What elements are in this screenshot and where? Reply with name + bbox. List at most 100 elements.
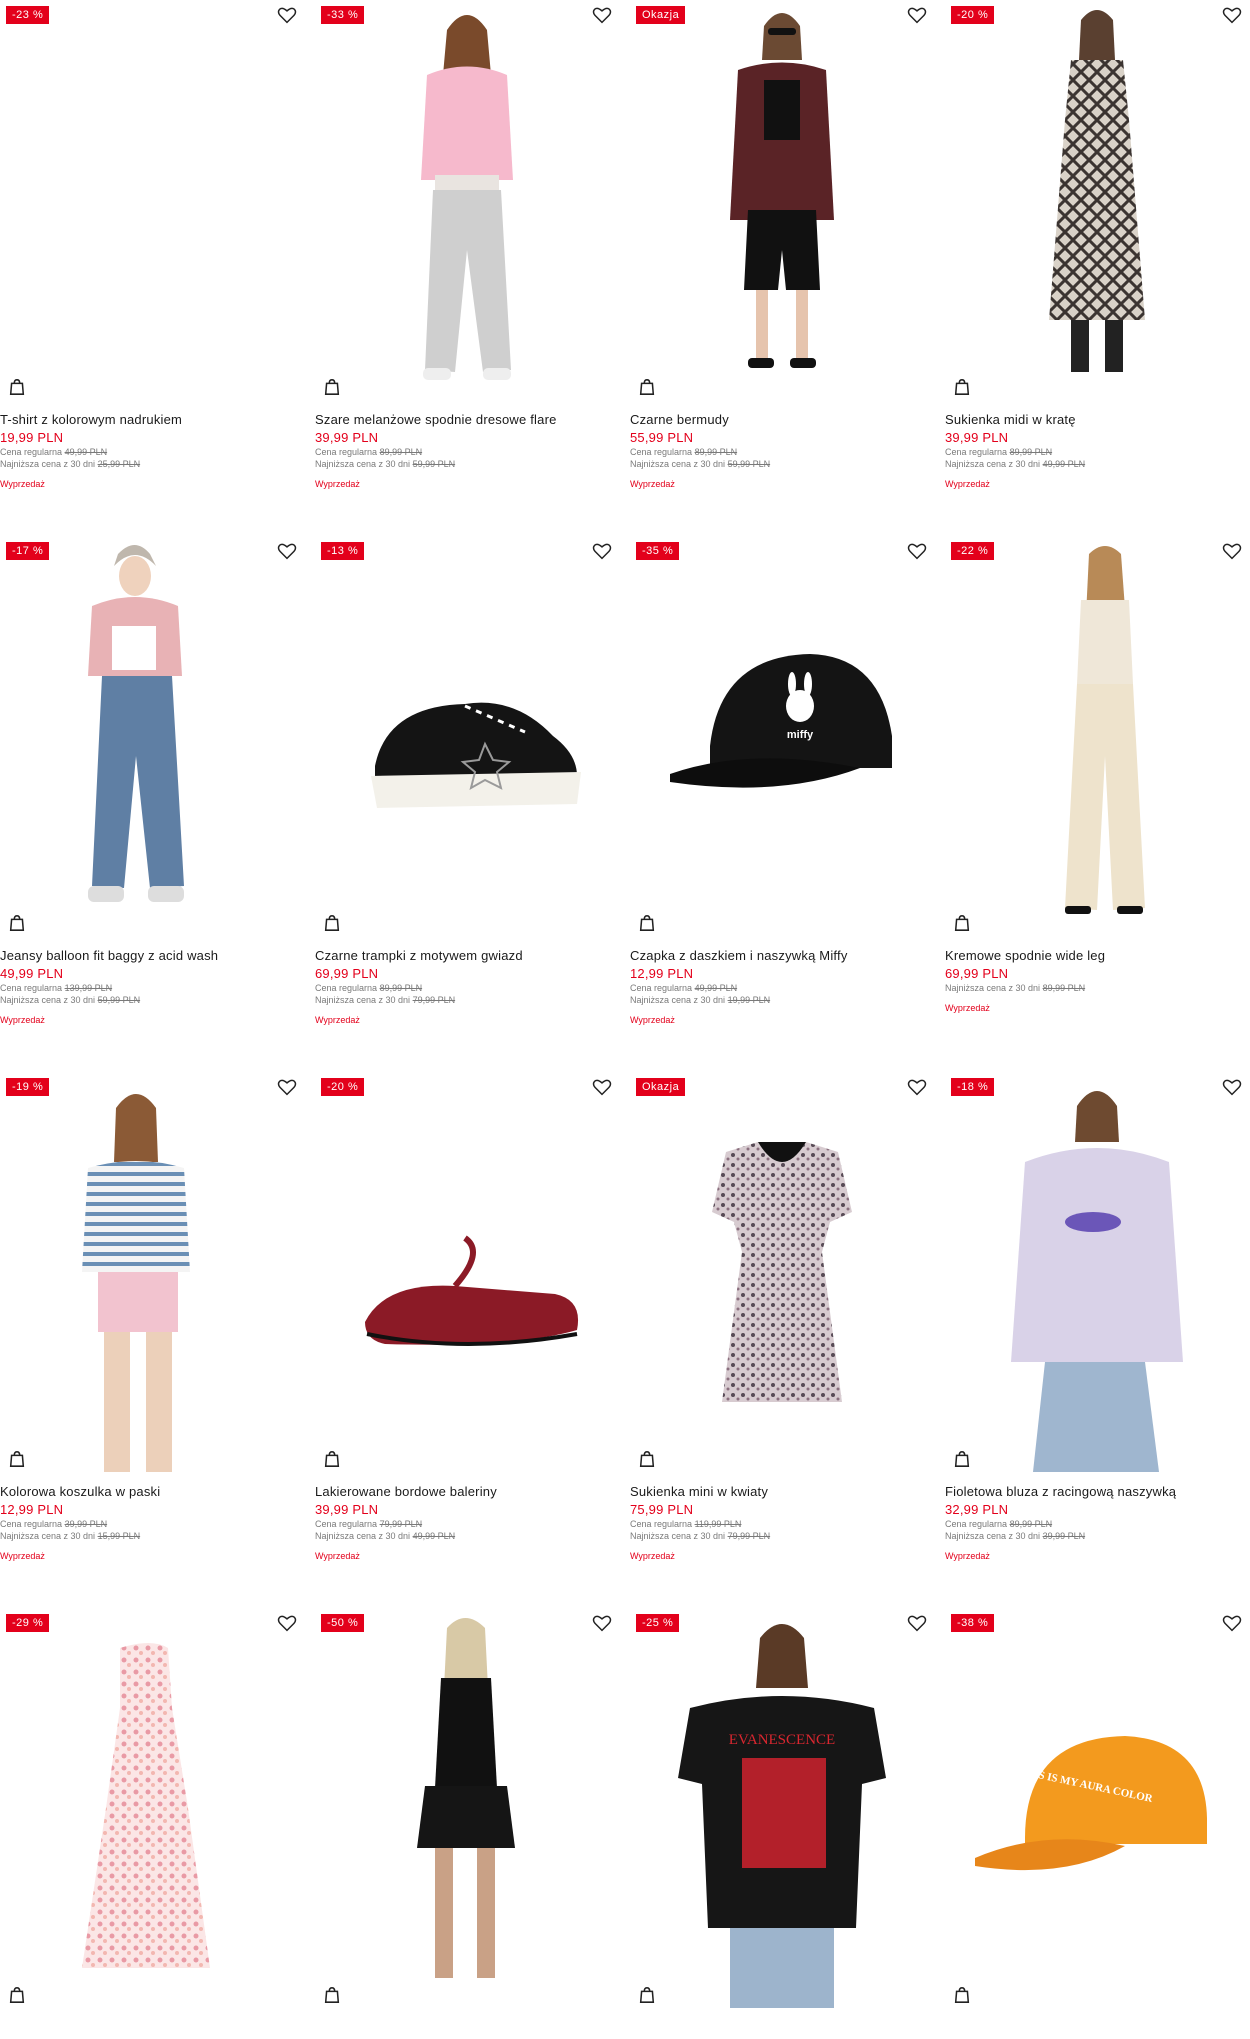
product-image[interactable]	[945, 0, 1250, 400]
product-card[interactable]: -23 % T-shirt z kolorowym nadrukiem 19,9…	[0, 0, 305, 530]
product-image[interactable]: EVANESCENCE	[630, 1608, 935, 2008]
product-card[interactable]: -22 % Kremowe spodnie wide leg 69,99 PLN…	[945, 536, 1250, 1066]
regular-price-value: 49,99 PLN	[694, 983, 738, 993]
shopping-bag-icon[interactable]	[8, 1986, 26, 2004]
heart-icon[interactable]	[907, 542, 927, 560]
shopping-bag-icon[interactable]	[953, 1450, 971, 1468]
product-card[interactable]: -20 % Sukienka midi w kratę 39,99 PLN Ce…	[945, 0, 1250, 530]
heart-icon[interactable]	[277, 6, 297, 24]
shopping-bag-icon[interactable]	[323, 378, 341, 396]
product-card[interactable]: Okazja Sukienka mini w kwiaty 75,99 PLN …	[630, 1072, 935, 1602]
product-title[interactable]: Czarne trampki z motywem gwiazd	[315, 948, 615, 964]
product-image[interactable]: THIS IS MY AURA COLOR	[945, 1608, 1250, 2008]
lowest-price-line: Najniższa cena z 30 dni 89,99 PLN	[945, 982, 1245, 994]
shopping-bag-icon[interactable]	[638, 914, 656, 932]
shopping-bag-icon[interactable]	[638, 378, 656, 396]
shopping-bag-icon[interactable]	[953, 378, 971, 396]
regular-price-label: Cena regularna	[630, 983, 693, 993]
product-image[interactable]	[0, 1072, 305, 1472]
shopping-bag-icon[interactable]	[638, 1450, 656, 1468]
discount-badge: -50 %	[321, 1614, 365, 1632]
product-card[interactable]: -50 %	[315, 1608, 620, 2039]
product-card[interactable]: -29 %	[0, 1608, 305, 2039]
product-card[interactable]: EVANESCENCE -25 %	[630, 1608, 935, 2039]
sale-label: Wyprzedaż	[945, 1003, 990, 1013]
product-image[interactable]	[630, 1072, 935, 1472]
lowest-price-line: Najniższa cena z 30 dni 79,99 PLN	[630, 1530, 930, 1542]
product-card[interactable]: -17 % Jeansy balloon fit baggy z acid wa…	[0, 536, 305, 1066]
lowest-price-value: 15,99 PLN	[97, 1531, 141, 1541]
product-image[interactable]	[0, 0, 305, 400]
product-title[interactable]: Sukienka midi w kratę	[945, 412, 1245, 428]
product-title[interactable]: Fioletowa bluza z racingową naszywką	[945, 1484, 1245, 1500]
shopping-bag-icon[interactable]	[8, 378, 26, 396]
heart-icon[interactable]	[1222, 1078, 1242, 1096]
product-image[interactable]	[315, 1072, 620, 1472]
product-card[interactable]: Okazja Czarne bermudy 55,99 PLN Cena reg…	[630, 0, 935, 530]
product-info: Jeansy balloon fit baggy z acid wash 49,…	[0, 948, 300, 1026]
heart-icon[interactable]	[907, 1078, 927, 1096]
product-title[interactable]: Kolorowa koszulka w paski	[0, 1484, 300, 1500]
product-photo: THIS IS MY AURA COLOR	[975, 1736, 1207, 1871]
heart-icon[interactable]	[1222, 542, 1242, 560]
heart-icon[interactable]	[1222, 6, 1242, 24]
product-card[interactable]: -18 % Fioletowa bluza z racingową naszyw…	[945, 1072, 1250, 1602]
product-card[interactable]: miffy -35 % Czapka z daszkiem i naszywką…	[630, 536, 935, 1066]
lowest-price-value: 49,99 PLN	[1042, 459, 1086, 469]
product-price: 12,99 PLN	[630, 966, 694, 981]
shopping-bag-icon[interactable]	[323, 914, 341, 932]
product-title[interactable]: T-shirt z kolorowym nadrukiem	[0, 412, 300, 428]
heart-icon[interactable]	[1222, 1614, 1242, 1632]
product-image[interactable]	[0, 1608, 305, 2008]
lowest-price-label: Najniższa cena z 30 dni	[0, 995, 96, 1005]
discount-badge: -20 %	[951, 6, 995, 24]
product-image[interactable]	[315, 536, 620, 936]
product-card[interactable]: THIS IS MY AURA COLOR -38 %	[945, 1608, 1250, 2039]
shopping-bag-icon[interactable]	[8, 914, 26, 932]
product-image[interactable]: miffy	[630, 536, 935, 936]
product-image[interactable]	[315, 1608, 620, 2008]
shopping-bag-icon[interactable]	[953, 1986, 971, 2004]
discount-badge: -17 %	[6, 542, 50, 560]
product-info	[945, 2020, 1245, 2021]
shopping-bag-icon[interactable]	[953, 914, 971, 932]
regular-price-value: 49,99 PLN	[64, 447, 108, 457]
lowest-price-label: Najniższa cena z 30 dni	[945, 459, 1041, 469]
product-title[interactable]: Szare melanżowe spodnie dresowe flare	[315, 412, 615, 428]
heart-icon[interactable]	[907, 6, 927, 24]
product-photo: EVANESCENCE	[678, 1624, 886, 2008]
shopping-bag-icon[interactable]	[323, 1986, 341, 2004]
product-image[interactable]	[945, 536, 1250, 936]
product-image[interactable]	[630, 0, 935, 400]
product-card[interactable]: -20 % Lakierowane bordowe baleriny 39,99…	[315, 1072, 620, 1602]
heart-icon[interactable]	[277, 1614, 297, 1632]
product-title[interactable]: Jeansy balloon fit baggy z acid wash	[0, 948, 300, 964]
lowest-price-value: 39,99 PLN	[1042, 1531, 1086, 1541]
tshirt-print-text: EVANESCENCE	[729, 1732, 835, 1748]
product-card[interactable]: -33 % Szare melanżowe spodnie dresowe fl…	[315, 0, 620, 530]
heart-icon[interactable]	[277, 1078, 297, 1096]
product-title[interactable]: Sukienka mini w kwiaty	[630, 1484, 930, 1500]
product-card[interactable]: -19 % Kolorowa koszulka w paski 12,99 PL…	[0, 1072, 305, 1602]
lowest-price-label: Najniższa cena z 30 dni	[630, 1531, 726, 1541]
product-image[interactable]	[315, 0, 620, 400]
product-title[interactable]: Czapka z daszkiem i naszywką Miffy	[630, 948, 930, 964]
heart-icon[interactable]	[592, 542, 612, 560]
product-image[interactable]	[0, 536, 305, 936]
lowest-price-value: 49,99 PLN	[412, 1531, 456, 1541]
shopping-bag-icon[interactable]	[8, 1450, 26, 1468]
heart-icon[interactable]	[592, 1078, 612, 1096]
shopping-bag-icon[interactable]	[323, 1450, 341, 1468]
product-image[interactable]	[945, 1072, 1250, 1472]
heart-icon[interactable]	[592, 1614, 612, 1632]
heart-icon[interactable]	[277, 542, 297, 560]
heart-icon[interactable]	[907, 1614, 927, 1632]
heart-icon[interactable]	[592, 6, 612, 24]
product-title[interactable]: Kremowe spodnie wide leg	[945, 948, 1245, 964]
discount-badge: Okazja	[636, 1078, 686, 1096]
product-card[interactable]: -13 % Czarne trampki z motywem gwiazd 69…	[315, 536, 620, 1066]
product-title[interactable]: Lakierowane bordowe baleriny	[315, 1484, 615, 1500]
shopping-bag-icon[interactable]	[638, 1986, 656, 2004]
sale-label: Wyprzedaż	[630, 479, 675, 489]
product-title[interactable]: Czarne bermudy	[630, 412, 930, 428]
